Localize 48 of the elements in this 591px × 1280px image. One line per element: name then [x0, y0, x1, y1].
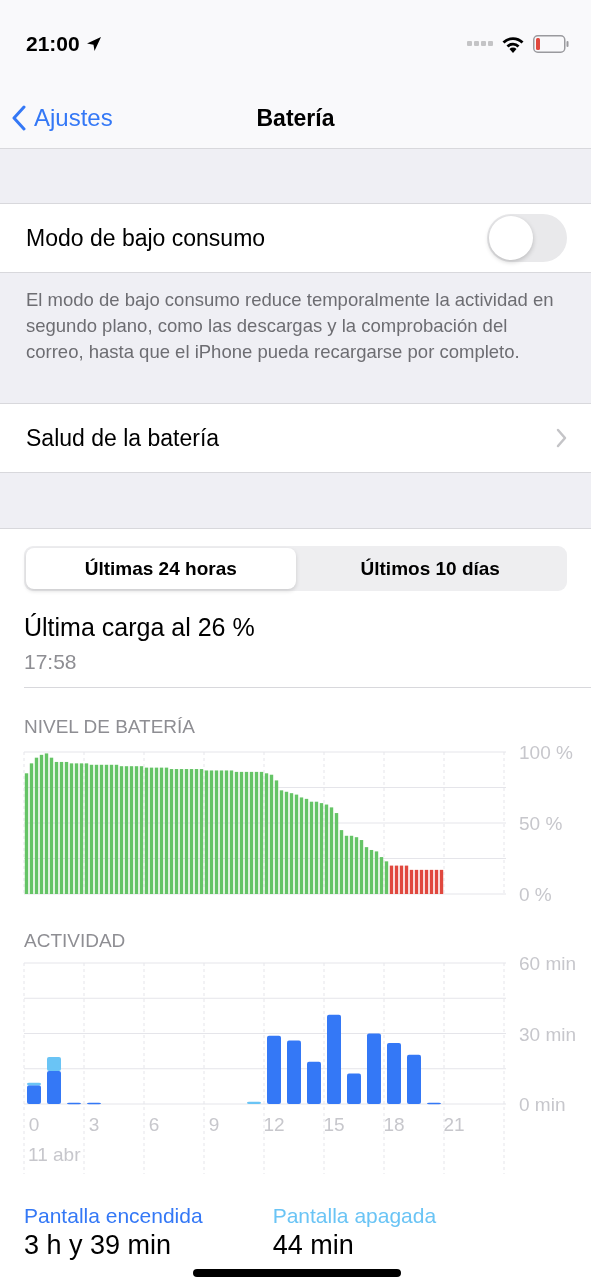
- axis-label: 0 %: [519, 884, 552, 905]
- axis-label: 12: [263, 1114, 285, 1135]
- signal-icon: [467, 41, 493, 47]
- activity-bar: [407, 1054, 421, 1104]
- axis-label: 21: [443, 1114, 465, 1135]
- axis-label: 3: [88, 1114, 100, 1135]
- activity-bar: [267, 1035, 281, 1104]
- last-charge-time: 17:58: [24, 650, 78, 674]
- axis-label: 30 min: [519, 1023, 577, 1045]
- legend-value: 44 min: [272, 1230, 355, 1260]
- back-button[interactable]: Ajustes: [12, 104, 113, 132]
- legend-value: 3 h y 39 min: [24, 1230, 173, 1260]
- axis-label: 0: [28, 1114, 40, 1135]
- axis-label: 15: [323, 1114, 345, 1135]
- activity-bar: [247, 1101, 261, 1104]
- activity-bar: [67, 1102, 81, 1105]
- last-charge-title: Última carga al 26 %: [24, 613, 256, 642]
- footnote-text: El modo de bajo consumo reduce temporalmente la actividad en segundo plano, como las descargas y la comprobación del correo, hasta que el iPhone pueda recargarse por completo.: [0, 273, 591, 404]
- setting-label: Modo de bajo consumo: [26, 224, 266, 252]
- location-arrow-icon: [85, 36, 102, 52]
- axis-label: 6: [148, 1114, 160, 1135]
- axis-label: 0 min: [519, 1094, 566, 1115]
- toggle-switch[interactable]: [487, 214, 567, 262]
- battery-icon: [533, 35, 569, 53]
- status-time: 21:00: [26, 32, 80, 56]
- wifi-icon: [501, 35, 525, 53]
- activity-bar: [347, 1073, 361, 1104]
- activity-bar: [387, 1042, 401, 1104]
- chevron-left-icon: [12, 105, 26, 131]
- axis-label: 18: [383, 1114, 405, 1135]
- activity-bar: [287, 1040, 301, 1104]
- chevron-right-icon: [556, 428, 567, 448]
- axis-label: 100 %: [519, 744, 573, 763]
- legend-label: Pantalla apagada: [272, 1204, 437, 1228]
- activity-bar: [307, 1061, 321, 1104]
- legend-label: Pantalla encendida: [24, 1204, 203, 1228]
- date-label: 11 abr: [28, 1144, 81, 1165]
- chart-title: ACTIVIDAD: [24, 930, 127, 952]
- activity-bar: [367, 1033, 381, 1104]
- axis-label: 50 %: [519, 813, 563, 834]
- axis-label: 9: [208, 1114, 220, 1135]
- chart-title: NIVEL DE BATERÍA: [24, 716, 197, 738]
- activity-bar: [427, 1102, 441, 1105]
- axis-label: 60 min: [519, 956, 577, 974]
- activity-bar: [87, 1102, 101, 1105]
- segment-tab[interactable]: Últimos 10 días: [295, 548, 565, 589]
- page-title: Batería: [256, 104, 335, 132]
- segment-tab[interactable]: Últimas 24 horas: [26, 548, 296, 589]
